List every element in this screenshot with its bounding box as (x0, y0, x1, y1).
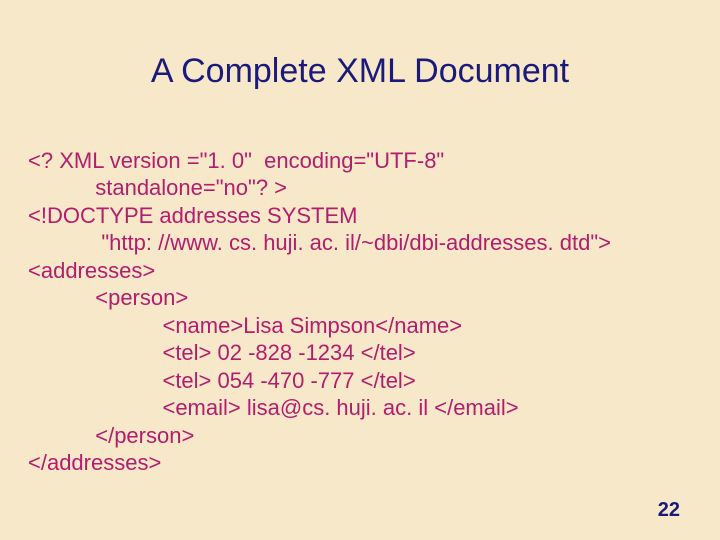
code-line: "http: //www. cs. huji. ac. il/~dbi/dbi-… (28, 230, 611, 255)
code-line: <? XML version ="1. 0" encoding="UTF-8" (28, 148, 444, 173)
code-line: <person> (28, 285, 188, 310)
code-line: <addresses> (28, 258, 155, 283)
slide: A Complete XML Document <? XML version =… (0, 0, 720, 540)
code-line: </addresses> (28, 450, 161, 475)
code-line: <name>Lisa Simpson</name> (28, 313, 462, 338)
xml-code-block: <? XML version ="1. 0" encoding="UTF-8" … (28, 119, 720, 477)
code-line: <tel> 02 -828 -1234 </tel> (28, 340, 416, 365)
code-line: standalone="no"? > (28, 175, 287, 200)
code-line: <tel> 054 -470 -777 </tel> (28, 368, 416, 393)
code-line: <!DOCTYPE addresses SYSTEM (28, 203, 358, 228)
code-line: </person> (28, 423, 194, 448)
page-number: 22 (658, 499, 680, 522)
code-line: <email> lisa@cs. huji. ac. il </email> (28, 395, 519, 420)
slide-title: A Complete XML Document (0, 0, 720, 119)
